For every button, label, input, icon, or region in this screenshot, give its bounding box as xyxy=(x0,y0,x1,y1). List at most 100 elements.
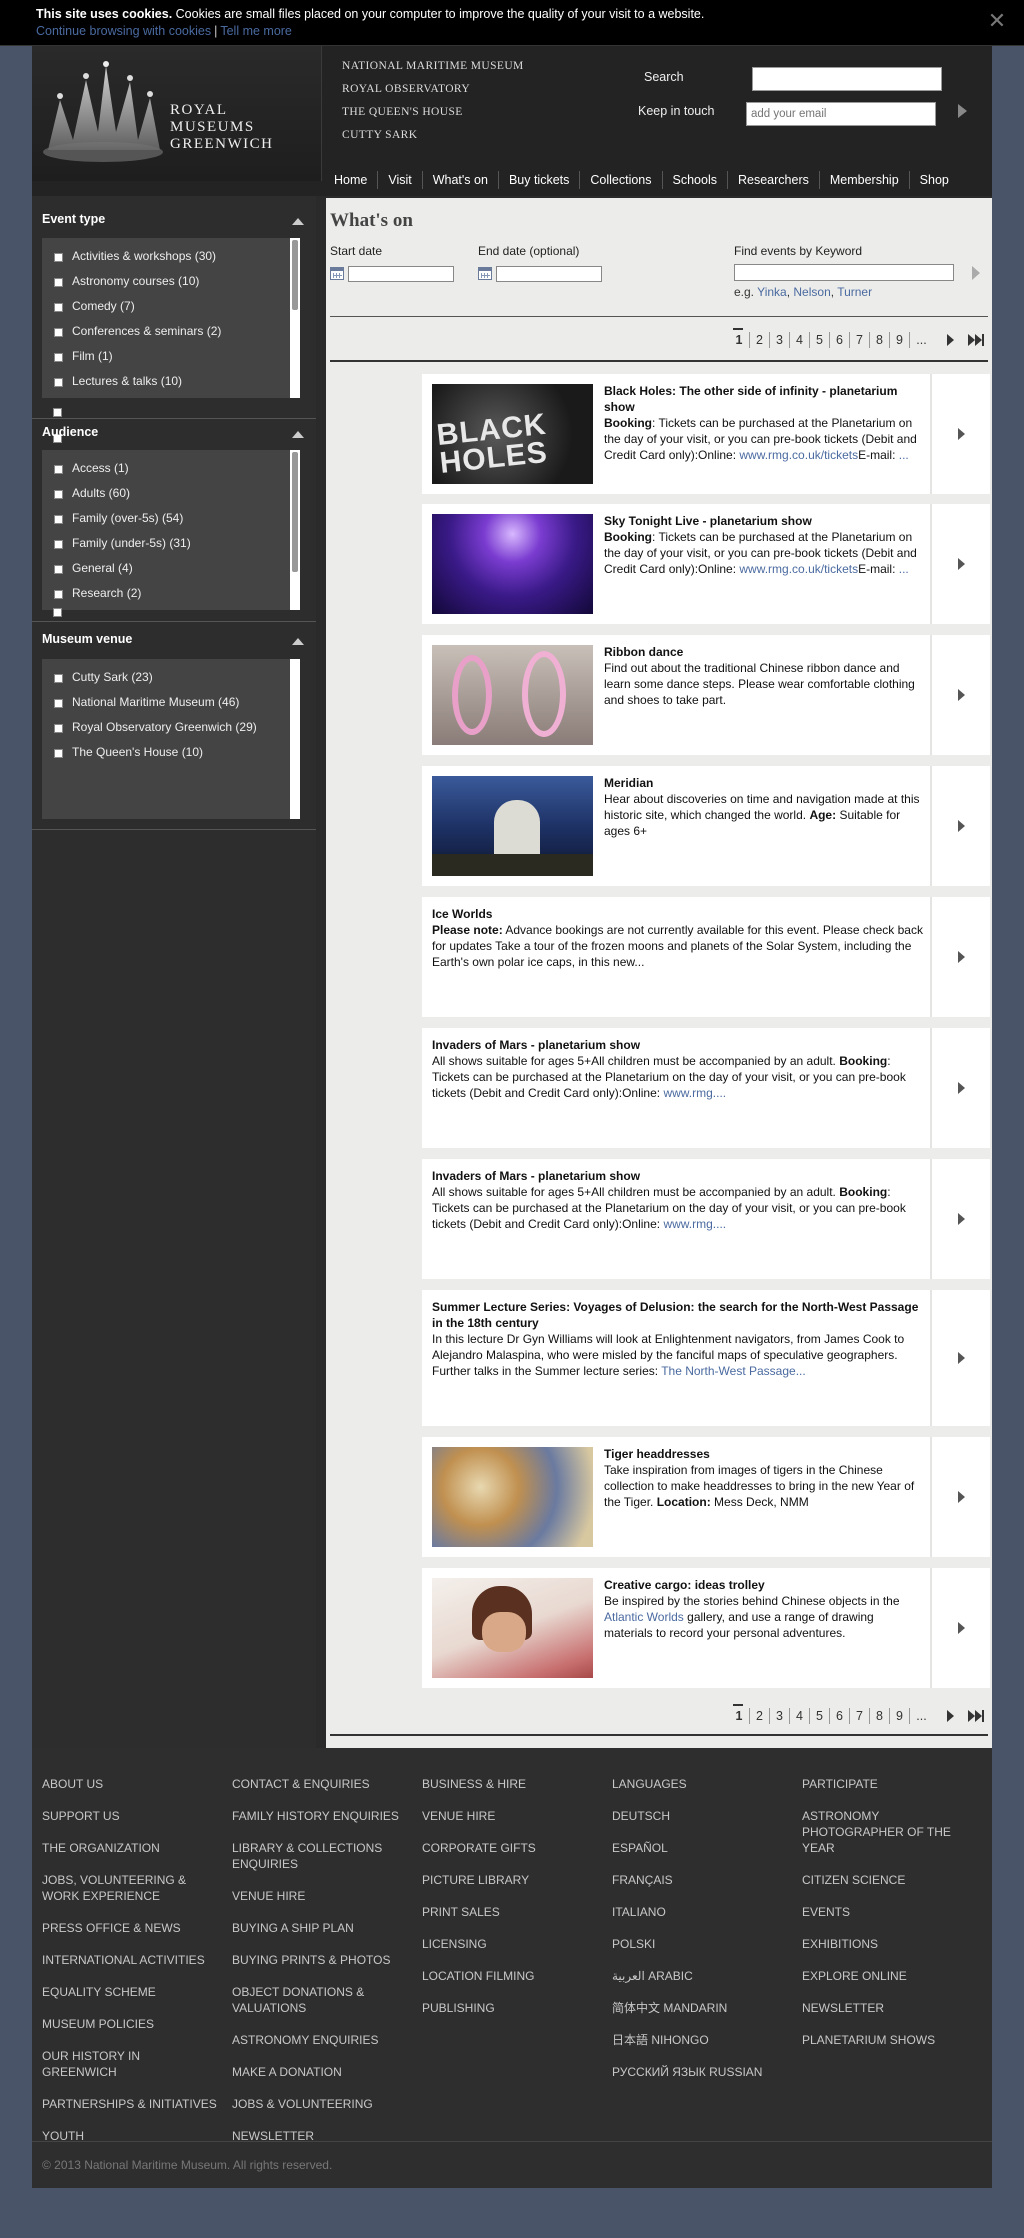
event-go-arrow[interactable] xyxy=(930,766,990,886)
page-link[interactable]: 7 xyxy=(849,332,869,348)
checkbox[interactable] xyxy=(53,408,62,417)
filter-option[interactable]: Royal Observatory Greenwich (29) xyxy=(42,715,300,740)
filter-option[interactable]: Conferences & seminars (2) xyxy=(42,319,300,344)
page-link[interactable]: 1 xyxy=(729,328,749,348)
event-title[interactable]: Creative cargo: ideas trolley xyxy=(604,1577,924,1593)
checkbox[interactable] xyxy=(54,749,63,758)
page-link[interactable]: 6 xyxy=(829,1708,849,1724)
footer-link[interactable]: Astronomy Photographer of the Year xyxy=(802,1808,992,1856)
footer-link[interactable]: Publishing xyxy=(422,2000,612,2016)
event-card[interactable]: Invaders of Mars - planetarium show All … xyxy=(422,1028,990,1148)
nav-schools[interactable]: Schools xyxy=(661,171,727,189)
email-link[interactable]: ... xyxy=(899,448,909,462)
lecture-series-link[interactable]: The North-West Passage... xyxy=(661,1364,806,1378)
scrollbar[interactable] xyxy=(290,238,300,398)
checkbox[interactable] xyxy=(54,674,63,683)
nav-visit[interactable]: Visit xyxy=(377,171,421,189)
footer-link[interactable]: Newsletter xyxy=(802,2000,992,2016)
footer-link[interactable]: Français xyxy=(612,1872,802,1888)
nav-buy-tickets[interactable]: Buy tickets xyxy=(497,171,579,189)
email-field[interactable] xyxy=(746,102,936,126)
checkbox[interactable] xyxy=(54,515,63,524)
event-go-arrow[interactable] xyxy=(930,635,990,755)
footer-link[interactable]: Corporate gifts xyxy=(422,1840,612,1856)
museum-link-observatory[interactable]: ROYAL OBSERVATORY xyxy=(342,83,524,106)
footer-link[interactable]: Buying a ship plan xyxy=(232,1920,422,1936)
event-card[interactable]: BLACK HOLES Black Holes: The other side … xyxy=(422,374,990,494)
footer-link[interactable]: 简体中文 Mandarin xyxy=(612,2000,802,2016)
footer-link[interactable]: Languages xyxy=(612,1776,802,1792)
footer-link[interactable]: Jobs, volunteering & work experience xyxy=(42,1872,232,1904)
event-card[interactable]: Tiger headdresses Take inspiration from … xyxy=(422,1437,990,1557)
page-link[interactable]: 9 xyxy=(889,332,909,348)
email-submit-arrow-icon[interactable] xyxy=(958,104,967,118)
page-link[interactable]: 3 xyxy=(769,1708,789,1724)
scrollbar[interactable] xyxy=(290,450,300,610)
checkbox[interactable] xyxy=(54,465,63,474)
event-card[interactable]: Meridian Hear about discoveries on time … xyxy=(422,766,990,886)
filter-option[interactable]: Cutty Sark (23) xyxy=(42,665,300,690)
event-card[interactable]: Ice Worlds Please note: Advance bookings… xyxy=(422,897,990,1017)
scrollbar-thumb[interactable] xyxy=(292,240,298,310)
event-card[interactable]: Ribbon dance Find out about the traditio… xyxy=(422,635,990,755)
collapse-arrow-icon[interactable] xyxy=(292,218,304,225)
footer-link[interactable]: Jobs & volunteering xyxy=(232,2096,422,2112)
event-go-arrow[interactable] xyxy=(930,1437,990,1557)
page-link[interactable]: 6 xyxy=(829,332,849,348)
event-title[interactable]: Invaders of Mars - planetarium show xyxy=(432,1168,928,1184)
scrollbar-thumb[interactable] xyxy=(292,452,298,572)
calendar-icon[interactable] xyxy=(478,267,492,280)
page-link[interactable]: 3 xyxy=(769,332,789,348)
footer-link[interactable]: International activities xyxy=(42,1952,232,1968)
event-title[interactable]: Invaders of Mars - planetarium show xyxy=(432,1037,928,1053)
footer-link[interactable]: 日本語 Nihongo xyxy=(612,2032,802,2048)
page-link[interactable]: 9 xyxy=(889,1708,909,1724)
footer-link[interactable]: Venue hire xyxy=(232,1888,422,1904)
filter-option[interactable]: The Queen's House (10) xyxy=(42,740,300,765)
footer-link[interactable]: Events xyxy=(802,1904,992,1920)
filter-option[interactable]: Research (2) xyxy=(42,581,300,606)
footer-link[interactable]: Citizen science xyxy=(802,1872,992,1888)
event-title[interactable]: Meridian xyxy=(604,775,924,791)
nav-home[interactable]: Home xyxy=(324,171,377,189)
nav-collections[interactable]: Collections xyxy=(579,171,661,189)
next-page-icon[interactable] xyxy=(947,1710,954,1722)
footer-link[interactable]: Our history in Greenwich xyxy=(42,2048,232,2080)
filter-option[interactable]: Lectures & talks (10) xyxy=(42,369,300,394)
tickets-link[interactable]: www.rmg.co.uk/tickets xyxy=(739,562,858,576)
keyword-submit-arrow-icon[interactable] xyxy=(972,266,980,280)
last-page-icon[interactable] xyxy=(968,334,984,346)
footer-link[interactable]: Contact & enquiries xyxy=(232,1776,422,1792)
collapse-arrow-icon[interactable] xyxy=(292,638,304,645)
page-link[interactable]: 4 xyxy=(789,1708,809,1724)
museum-link-cutty-sark[interactable]: CUTTY SARK xyxy=(342,129,524,152)
footer-link[interactable]: Exhibitions xyxy=(802,1936,992,1952)
checkbox[interactable] xyxy=(53,608,62,617)
tell-me-more-link[interactable]: Tell me more xyxy=(220,24,292,38)
event-title[interactable]: Black Holes: The other side of infinity … xyxy=(604,383,924,415)
event-go-arrow[interactable] xyxy=(930,1568,990,1688)
nav-shop[interactable]: Shop xyxy=(908,171,959,189)
close-icon[interactable]: ✕ xyxy=(986,10,1008,32)
atlantic-worlds-link[interactable]: Atlantic Worlds xyxy=(604,1610,684,1624)
tickets-link[interactable]: www.rmg.... xyxy=(663,1217,726,1231)
footer-link[interactable]: Deutsch xyxy=(612,1808,802,1824)
tickets-link[interactable]: www.rmg.co.uk/tickets xyxy=(739,448,858,462)
start-date-input[interactable] xyxy=(348,266,454,282)
page-link[interactable]: 8 xyxy=(869,332,889,348)
checkbox[interactable] xyxy=(54,565,63,574)
footer-link[interactable]: العربية Arabic xyxy=(612,1968,802,1984)
footer-link[interactable]: Licensing xyxy=(422,1936,612,1952)
event-title[interactable]: Sky Tonight Live - planetarium show xyxy=(604,513,924,529)
page-link[interactable]: 7 xyxy=(849,1708,869,1724)
continue-with-cookies-link[interactable]: Continue browsing with cookies xyxy=(36,24,211,38)
page-link[interactable]: 4 xyxy=(789,332,809,348)
filter-option[interactable]: Adults (60) xyxy=(42,481,300,506)
event-title[interactable]: Summer Lecture Series: Voyages of Delusi… xyxy=(432,1299,928,1331)
keyword-input[interactable] xyxy=(734,264,954,281)
checkbox[interactable] xyxy=(54,490,63,499)
filter-option[interactable]: Comedy (7) xyxy=(42,294,300,319)
filter-option[interactable]: Family (under-5s) (31) xyxy=(42,531,300,556)
example-link-nelson[interactable]: Nelson xyxy=(793,285,830,299)
footer-link[interactable]: Museum policies xyxy=(42,2016,232,2032)
